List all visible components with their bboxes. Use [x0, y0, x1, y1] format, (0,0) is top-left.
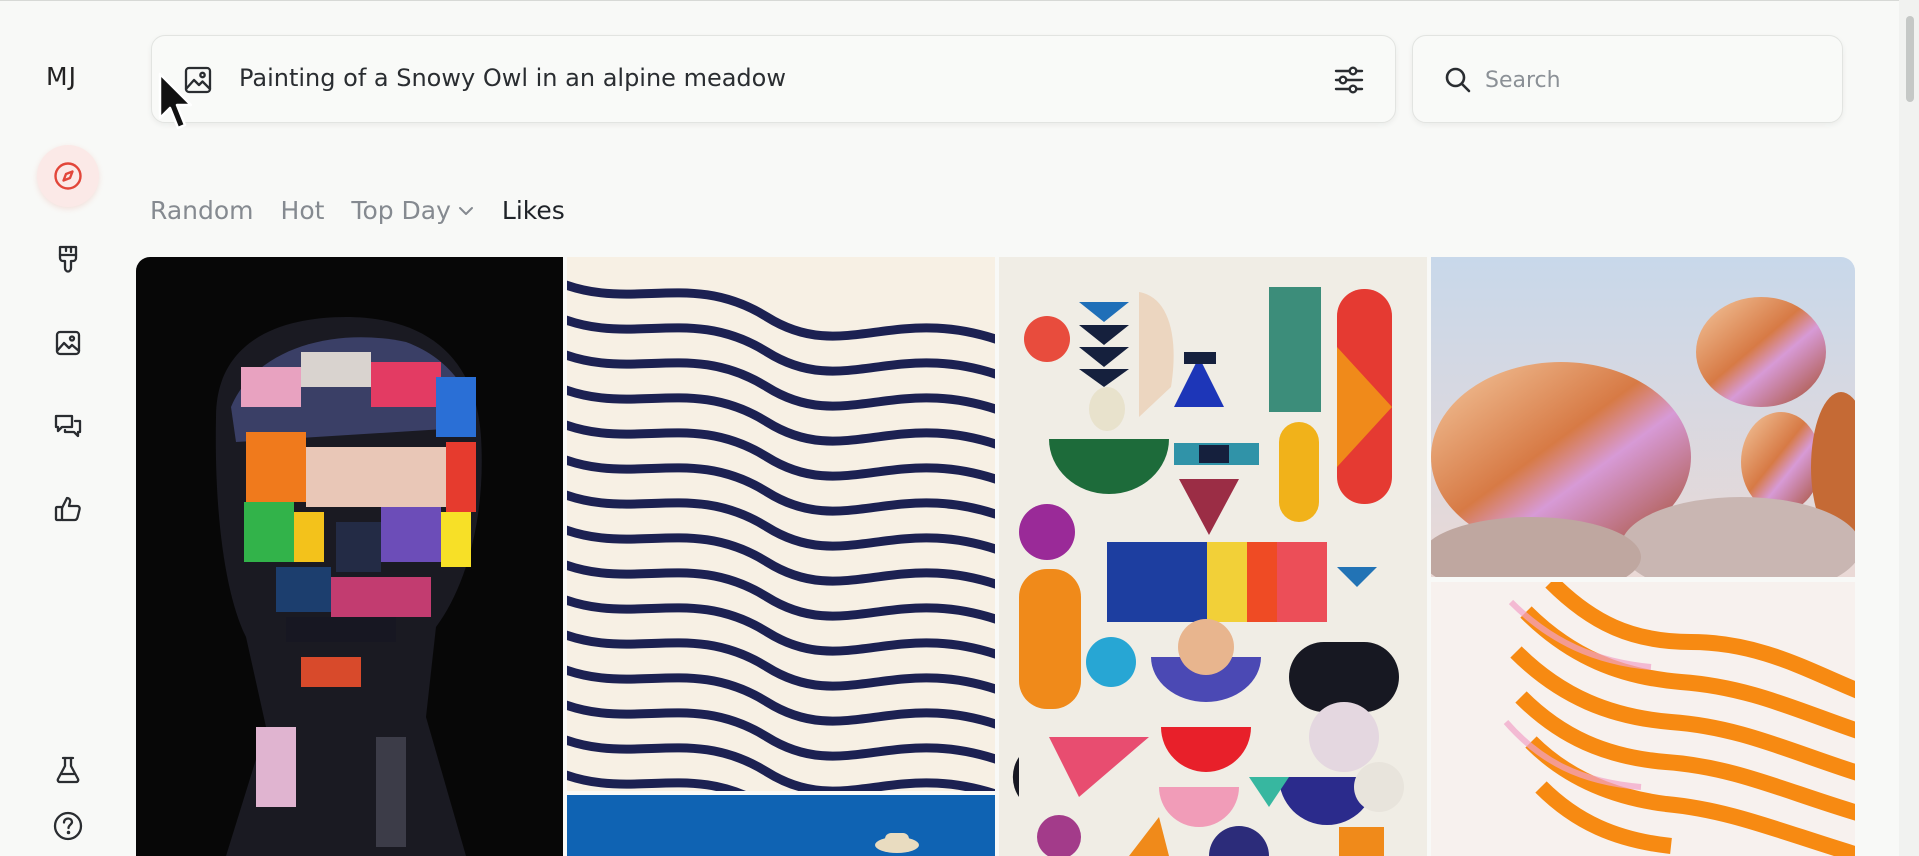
- top-divider: [0, 0, 1919, 1]
- feed-tabs: Random Hot Top Day Likes: [150, 196, 592, 225]
- sidebar-item-likes[interactable]: [37, 478, 99, 540]
- help-circle-icon: [53, 811, 83, 841]
- tab-hot[interactable]: Hot: [281, 196, 325, 225]
- chat-bubbles-icon: [54, 414, 82, 438]
- sidebar-item-organize[interactable]: [37, 312, 99, 374]
- gallery-image-copper-stones[interactable]: [1431, 257, 1855, 577]
- search-input[interactable]: [1485, 58, 1815, 102]
- gallery-image-geometric-collage[interactable]: [999, 257, 1427, 856]
- chevron-down-icon: [458, 206, 473, 215]
- search-icon: [1445, 67, 1471, 93]
- search-box[interactable]: [1412, 35, 1843, 123]
- gallery-image-painted-face[interactable]: [136, 257, 563, 856]
- scrollbar[interactable]: [1899, 0, 1919, 856]
- sidebar-item-labs[interactable]: [37, 739, 99, 801]
- thumbs-up-icon: [54, 496, 81, 522]
- gallery-image-wave-lines[interactable]: [567, 257, 995, 791]
- image-icon[interactable]: [182, 64, 214, 96]
- app-logo[interactable]: MJ: [46, 62, 77, 91]
- brush-icon: [58, 245, 78, 273]
- sidebar: MJ: [0, 0, 136, 856]
- tab-likes[interactable]: Likes: [502, 196, 565, 225]
- tab-random[interactable]: Random: [150, 196, 254, 225]
- compass-icon: [54, 162, 82, 190]
- image-icon: [55, 330, 81, 356]
- image-gallery: [136, 257, 1855, 856]
- sidebar-item-chat[interactable]: [37, 395, 99, 457]
- gallery-image-blue-sky[interactable]: [567, 795, 995, 856]
- tab-top-day[interactable]: Top Day: [351, 196, 475, 225]
- flask-icon: [56, 756, 80, 784]
- gallery-image-orange-waves[interactable]: [1431, 582, 1855, 856]
- prompt-input[interactable]: Painting of a Snowy Owl in an alpine mea…: [239, 64, 786, 92]
- sidebar-item-create[interactable]: [37, 228, 99, 290]
- tab-top-day-label: Top Day: [351, 196, 451, 225]
- sidebar-item-explore[interactable]: [37, 145, 99, 207]
- prompt-bar[interactable]: Painting of a Snowy Owl in an alpine mea…: [151, 35, 1396, 123]
- sliders-icon[interactable]: [1331, 62, 1367, 98]
- scrollbar-thumb[interactable]: [1906, 16, 1914, 102]
- sidebar-item-help[interactable]: [37, 795, 99, 856]
